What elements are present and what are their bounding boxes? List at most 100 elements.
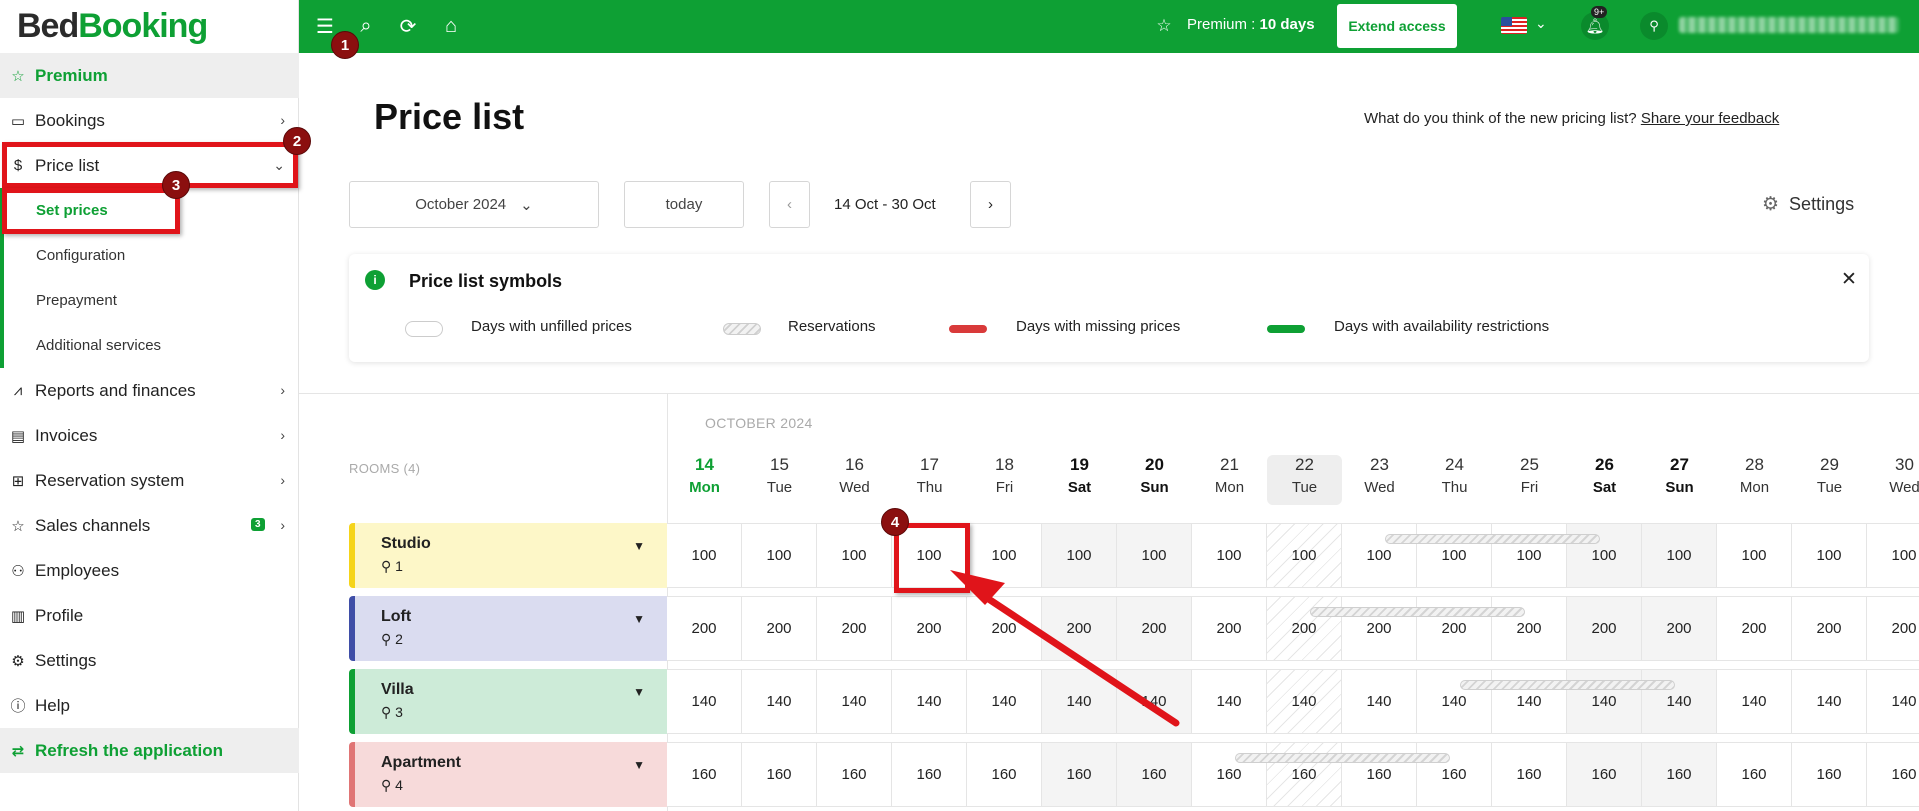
price-cell[interactable]: 200 bbox=[1492, 596, 1567, 661]
caret-down-icon[interactable]: ▼ bbox=[633, 612, 645, 626]
price-cell[interactable]: 200 bbox=[1792, 596, 1867, 661]
price-cell[interactable]: 160 bbox=[1717, 742, 1792, 807]
price-cell[interactable]: 200 bbox=[1567, 596, 1642, 661]
menu-icon[interactable]: ☰ bbox=[313, 14, 337, 38]
price-cell[interactable]: 140 bbox=[1417, 669, 1492, 734]
price-cell[interactable]: 140 bbox=[1717, 669, 1792, 734]
price-cell[interactable]: 100 bbox=[1867, 523, 1919, 588]
price-cell[interactable]: 200 bbox=[1117, 596, 1192, 661]
price-cell[interactable]: 140 bbox=[1567, 669, 1642, 734]
price-cell[interactable]: 140 bbox=[1117, 669, 1192, 734]
caret-down-icon[interactable]: ▼ bbox=[633, 685, 645, 699]
sidebar-item-invoices[interactable]: ▤ Invoices › bbox=[0, 413, 299, 458]
user-avatar-icon[interactable]: ⚲ bbox=[1640, 12, 1668, 40]
price-cell[interactable]: 100 bbox=[1117, 523, 1192, 588]
price-cell[interactable]: 200 bbox=[1042, 596, 1117, 661]
price-cell[interactable]: 100 bbox=[1717, 523, 1792, 588]
price-cell[interactable]: 100 bbox=[1192, 523, 1267, 588]
prev-range-button[interactable]: ‹ bbox=[769, 181, 810, 228]
price-cell[interactable]: 160 bbox=[1042, 742, 1117, 807]
price-cell[interactable]: 200 bbox=[1192, 596, 1267, 661]
sidebar-item-sales-channels[interactable]: ☆ Sales channels 3 › bbox=[0, 503, 299, 548]
price-cell[interactable]: 200 bbox=[742, 596, 817, 661]
price-cell[interactable]: 100 bbox=[742, 523, 817, 588]
price-cell[interactable]: 160 bbox=[1417, 742, 1492, 807]
price-cell[interactable]: 160 bbox=[667, 742, 742, 807]
sidebar-item-refresh[interactable]: ⇄ Refresh the application bbox=[0, 728, 299, 773]
price-cell[interactable]: 100 bbox=[1567, 523, 1642, 588]
price-cell[interactable]: 200 bbox=[967, 596, 1042, 661]
price-cell[interactable]: 140 bbox=[1792, 669, 1867, 734]
close-icon[interactable]: ✕ bbox=[1841, 268, 1857, 291]
sidebar-item-employees[interactable]: ⚇ Employees bbox=[0, 548, 299, 593]
price-cell[interactable]: 160 bbox=[1492, 742, 1567, 807]
price-cell[interactable]: 140 bbox=[1492, 669, 1567, 734]
price-cell[interactable]: 160 bbox=[1642, 742, 1717, 807]
sync-icon[interactable]: ⟳ bbox=[396, 14, 420, 38]
price-cell[interactable]: 200 bbox=[667, 596, 742, 661]
price-cell[interactable]: 140 bbox=[667, 669, 742, 734]
price-cell[interactable]: 160 bbox=[1267, 742, 1342, 807]
price-cell[interactable]: 140 bbox=[1342, 669, 1417, 734]
month-select[interactable]: October 2024 ⌄ bbox=[349, 181, 599, 228]
sidebar-item-settings[interactable]: ⚙ Settings bbox=[0, 638, 299, 683]
sidebar-item-premium[interactable]: ☆ Premium bbox=[0, 53, 299, 98]
sidebar-subitem-prepayment[interactable]: Prepayment bbox=[0, 278, 299, 323]
price-cell[interactable]: 160 bbox=[1567, 742, 1642, 807]
price-cell[interactable]: 140 bbox=[967, 669, 1042, 734]
price-cell[interactable]: 100 bbox=[1642, 523, 1717, 588]
room-card[interactable]: Loft ⚲ 2 ▼ bbox=[349, 596, 667, 661]
price-cell[interactable]: 140 bbox=[742, 669, 817, 734]
price-cell[interactable]: 200 bbox=[1717, 596, 1792, 661]
price-cell[interactable]: 140 bbox=[1192, 669, 1267, 734]
today-button[interactable]: today bbox=[624, 181, 744, 228]
price-cell[interactable]: 160 bbox=[1867, 742, 1919, 807]
price-cell[interactable]: 160 bbox=[967, 742, 1042, 807]
price-cell[interactable]: 200 bbox=[1867, 596, 1919, 661]
price-cell[interactable]: 140 bbox=[1042, 669, 1117, 734]
price-cell[interactable]: 100 bbox=[967, 523, 1042, 588]
room-card[interactable]: Villa ⚲ 3 ▼ bbox=[349, 669, 667, 734]
reservation-bar[interactable] bbox=[1310, 607, 1525, 617]
price-cell[interactable]: 140 bbox=[1642, 669, 1717, 734]
price-cell[interactable]: 100 bbox=[1792, 523, 1867, 588]
sidebar-item-bookings[interactable]: ▭ Bookings › bbox=[0, 98, 299, 143]
sidebar-subitem-configuration[interactable]: Configuration bbox=[0, 233, 299, 278]
price-cell[interactable]: 160 bbox=[742, 742, 817, 807]
sidebar-item-reports[interactable]: ⩘ Reports and finances › bbox=[0, 368, 299, 413]
sidebar-item-reservation-system[interactable]: ⊞ Reservation system › bbox=[0, 458, 299, 503]
price-cell[interactable]: 160 bbox=[817, 742, 892, 807]
price-cell[interactable]: 160 bbox=[1192, 742, 1267, 807]
reservation-bar[interactable] bbox=[1460, 680, 1675, 690]
feedback-link[interactable]: Share your feedback bbox=[1641, 110, 1779, 127]
sidebar-item-profile[interactable]: ▥ Profile bbox=[0, 593, 299, 638]
price-cell[interactable]: 100 bbox=[1042, 523, 1117, 588]
room-card[interactable]: Studio ⚲ 1 ▼ bbox=[349, 523, 667, 588]
caret-down-icon[interactable]: ▼ bbox=[633, 758, 645, 772]
search-icon[interactable]: ⌕ bbox=[354, 14, 378, 38]
price-cell[interactable]: 140 bbox=[1267, 669, 1342, 734]
settings-button[interactable]: ⚙ Settings bbox=[1762, 193, 1854, 216]
chevron-down-icon[interactable]: ⌄ bbox=[1535, 15, 1547, 32]
price-cell[interactable]: 160 bbox=[1792, 742, 1867, 807]
us-flag-icon[interactable] bbox=[1501, 17, 1527, 34]
price-cell[interactable]: 160 bbox=[1342, 742, 1417, 807]
price-cell[interactable]: 100 bbox=[1342, 523, 1417, 588]
sidebar-item-help[interactable]: ⓘ Help bbox=[0, 683, 299, 728]
user-name-blurred[interactable] bbox=[1679, 17, 1899, 33]
price-cell[interactable]: 100 bbox=[1417, 523, 1492, 588]
price-cell[interactable]: 160 bbox=[1117, 742, 1192, 807]
price-cell[interactable]: 160 bbox=[892, 742, 967, 807]
price-cell[interactable]: 200 bbox=[1417, 596, 1492, 661]
price-cell[interactable]: 100 bbox=[817, 523, 892, 588]
price-cell[interactable]: 200 bbox=[817, 596, 892, 661]
extend-access-button[interactable]: Extend access bbox=[1337, 4, 1457, 48]
price-cell[interactable]: 200 bbox=[892, 596, 967, 661]
price-cell[interactable]: 200 bbox=[1267, 596, 1342, 661]
reservation-bar[interactable] bbox=[1385, 534, 1600, 544]
price-cell[interactable]: 140 bbox=[817, 669, 892, 734]
sidebar-subitem-additional-services[interactable]: Additional services bbox=[0, 323, 299, 368]
price-cell[interactable]: 200 bbox=[1642, 596, 1717, 661]
app-logo[interactable]: Bed Booking bbox=[0, 0, 298, 53]
room-card[interactable]: Apartment ⚲ 4 ▼ bbox=[349, 742, 667, 807]
